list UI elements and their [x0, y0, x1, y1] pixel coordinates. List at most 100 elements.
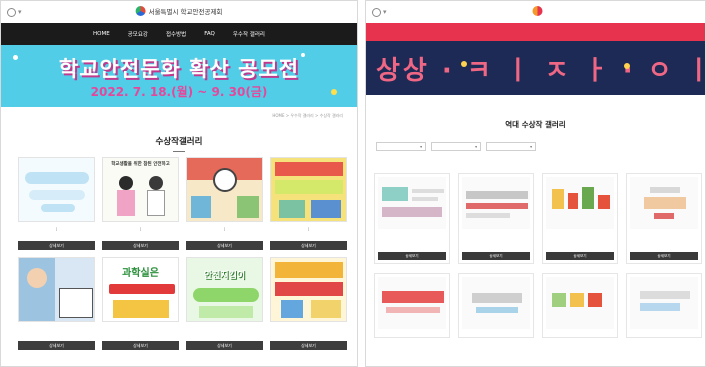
left-top-bar: ▾ 서울특별시 학교안전공제회 [1, 1, 357, 23]
gallery-card[interactable]: 상세보기 [458, 173, 534, 264]
card-line [378, 244, 446, 249]
chevron-down-icon: ▾ [475, 144, 477, 149]
artwork-thumbnail[interactable] [630, 177, 698, 229]
artwork-thumbnail[interactable] [546, 277, 614, 329]
nav-item-home[interactable]: HOME [93, 31, 110, 37]
chevron-down-icon: ▾ [530, 144, 532, 149]
nav-item-guidelines[interactable]: 공모요강 [128, 30, 148, 38]
view-detail-button[interactable]: 상세보기 [462, 252, 530, 260]
decor-dot [461, 61, 467, 67]
card-description [102, 232, 179, 237]
artwork-thumbnail[interactable] [18, 157, 95, 222]
artwork-thumbnail[interactable] [378, 277, 446, 329]
gallery-card[interactable] [542, 273, 618, 338]
breadcrumb [366, 95, 705, 111]
gallery-card[interactable]: [ 상세보기 [270, 157, 347, 250]
artwork-thumbnail[interactable] [546, 177, 614, 229]
left-website-frame: ▾ 서울특별시 학교안전공제회 HOME 공모요강 접수방법 FAQ 우수작 갤… [0, 0, 358, 367]
hero-banner: 상상 · ㅋ ㅣ ㅈ ㅏ · ㅇ ㅣ [366, 41, 705, 95]
right-website-frame: ▾ 상상 · ㅋ ㅣ ㅈ ㅏ · ㅇ ㅣ 역대 수상작 갤러리 ▾ ▾ ▾ 상세… [365, 0, 706, 367]
gallery-card[interactable]: 상세보기 [18, 257, 95, 350]
page-title: 역대 수상작 갤러리 [505, 120, 566, 129]
view-detail-button[interactable]: 상세보기 [186, 341, 263, 350]
card-line [630, 329, 698, 334]
card-tag: [ [307, 226, 310, 231]
thumbnail-caption: 학교생활을 위한 참된 안전하고 [111, 162, 170, 167]
card-description [270, 332, 347, 337]
card-tag [102, 326, 179, 331]
thumbnail-caption: 안전지킴이 [203, 271, 246, 281]
artwork-thumbnail[interactable] [462, 277, 530, 329]
gallery-card[interactable]: 안전지킴이 상세보기 [186, 257, 263, 350]
decor-dot [624, 63, 630, 69]
card-description [186, 332, 263, 337]
logo-emblem-icon [532, 6, 542, 16]
card-line [378, 329, 446, 334]
filter-select[interactable]: ▾ [431, 142, 481, 151]
view-detail-button[interactable]: 상세보기 [270, 341, 347, 350]
artwork-thumbnail[interactable] [186, 157, 263, 222]
gallery-card[interactable] [626, 273, 702, 338]
view-detail-button[interactable]: 상세보기 [102, 341, 179, 350]
hero-banner: 학교안전문화 확산 공모전 2022. 7. 18.(월) ~ 9. 30(금) [1, 45, 357, 107]
card-line [546, 329, 614, 334]
card-description [102, 332, 179, 337]
gallery-card[interactable]: 과학실은 상세보기 [102, 257, 179, 350]
card-tag: [ [139, 226, 142, 231]
nav-item-submission[interactable]: 접수방법 [166, 30, 186, 38]
filter-bar: ▾ ▾ ▾ [366, 142, 705, 151]
banner-date: 2022. 7. 18.(월) ~ 9. 30(금) [90, 85, 268, 99]
artwork-thumbnail[interactable]: 과학실은 [102, 257, 179, 322]
view-detail-button[interactable]: 상세보기 [18, 341, 95, 350]
card-line [630, 244, 698, 249]
artwork-thumbnail[interactable] [18, 257, 95, 322]
artwork-thumbnail[interactable]: 안전지킴이 [186, 257, 263, 322]
gallery-card[interactable]: 학교생활을 위한 참된 안전하고 [ 상세보기 [102, 157, 179, 250]
gallery-card[interactable]: 상세보기 [542, 173, 618, 264]
gallery-card[interactable]: 상세보기 [626, 173, 702, 264]
view-detail-button[interactable]: 상세보기 [102, 241, 179, 250]
banner-title: 상상 · ㅋ ㅣ ㅈ ㅏ · ㅇ ㅣ [376, 56, 705, 86]
artwork-thumbnail[interactable] [630, 277, 698, 329]
gallery-card[interactable]: [ 상세보기 [186, 157, 263, 250]
logo-emblem-icon [135, 6, 146, 16]
site-logo[interactable] [529, 6, 542, 16]
view-detail-button[interactable]: 상세보기 [270, 241, 347, 250]
artwork-thumbnail[interactable] [462, 177, 530, 229]
breadcrumb: HOME > 우수작 갤러리 > 수상작 갤러리 [272, 113, 343, 118]
view-detail-button[interactable]: 상세보기 [378, 252, 446, 260]
card-tag: [ [55, 226, 58, 231]
view-detail-button[interactable]: 상세보기 [18, 241, 95, 250]
gallery-card[interactable]: 상세보기 [270, 257, 347, 350]
view-detail-button[interactable]: 상세보기 [546, 252, 614, 260]
artwork-thumbnail[interactable] [270, 257, 347, 322]
main-nav: HOME 공모요강 접수방법 FAQ 우수작 갤러리 [1, 23, 357, 45]
banner-title: 학교안전문화 확산 공모전 [58, 57, 300, 81]
artwork-thumbnail[interactable] [270, 157, 347, 222]
gallery-card[interactable]: 상세보기 [374, 173, 450, 264]
filter-select[interactable]: ▾ [376, 142, 426, 151]
menu-toggle-icon[interactable]: ▾ [372, 6, 390, 18]
menu-toggle-icon[interactable]: ▾ [7, 6, 25, 18]
gallery-card[interactable] [374, 273, 450, 338]
gallery-card[interactable]: [ 상세보기 [18, 157, 95, 250]
view-detail-button[interactable]: 상세보기 [630, 252, 698, 260]
card-description [18, 332, 95, 337]
nav-item-gallery[interactable]: 우수작 갤러리 [233, 30, 265, 38]
gallery-card[interactable] [458, 273, 534, 338]
title-divider [173, 151, 185, 152]
gallery-grid: [ 상세보기 학교생활을 위한 참된 안전하고 [ 상세보기 [상세보기 [… [18, 157, 348, 350]
site-logo[interactable]: 서울특별시 학교안전공제회 [135, 6, 222, 16]
card-tag: [ [223, 226, 226, 231]
nav-item-faq[interactable]: FAQ [204, 31, 215, 37]
artwork-thumbnail[interactable] [378, 177, 446, 229]
view-detail-button[interactable]: 상세보기 [186, 241, 263, 250]
card-description [18, 232, 95, 237]
artwork-thumbnail[interactable]: 학교생활을 위한 참된 안전하고 [102, 157, 179, 222]
card-line [462, 329, 530, 334]
card-line [462, 244, 530, 249]
card-tag [18, 326, 95, 331]
filter-select[interactable]: ▾ [486, 142, 536, 151]
right-top-bar: ▾ [366, 1, 705, 23]
card-description [270, 232, 347, 237]
